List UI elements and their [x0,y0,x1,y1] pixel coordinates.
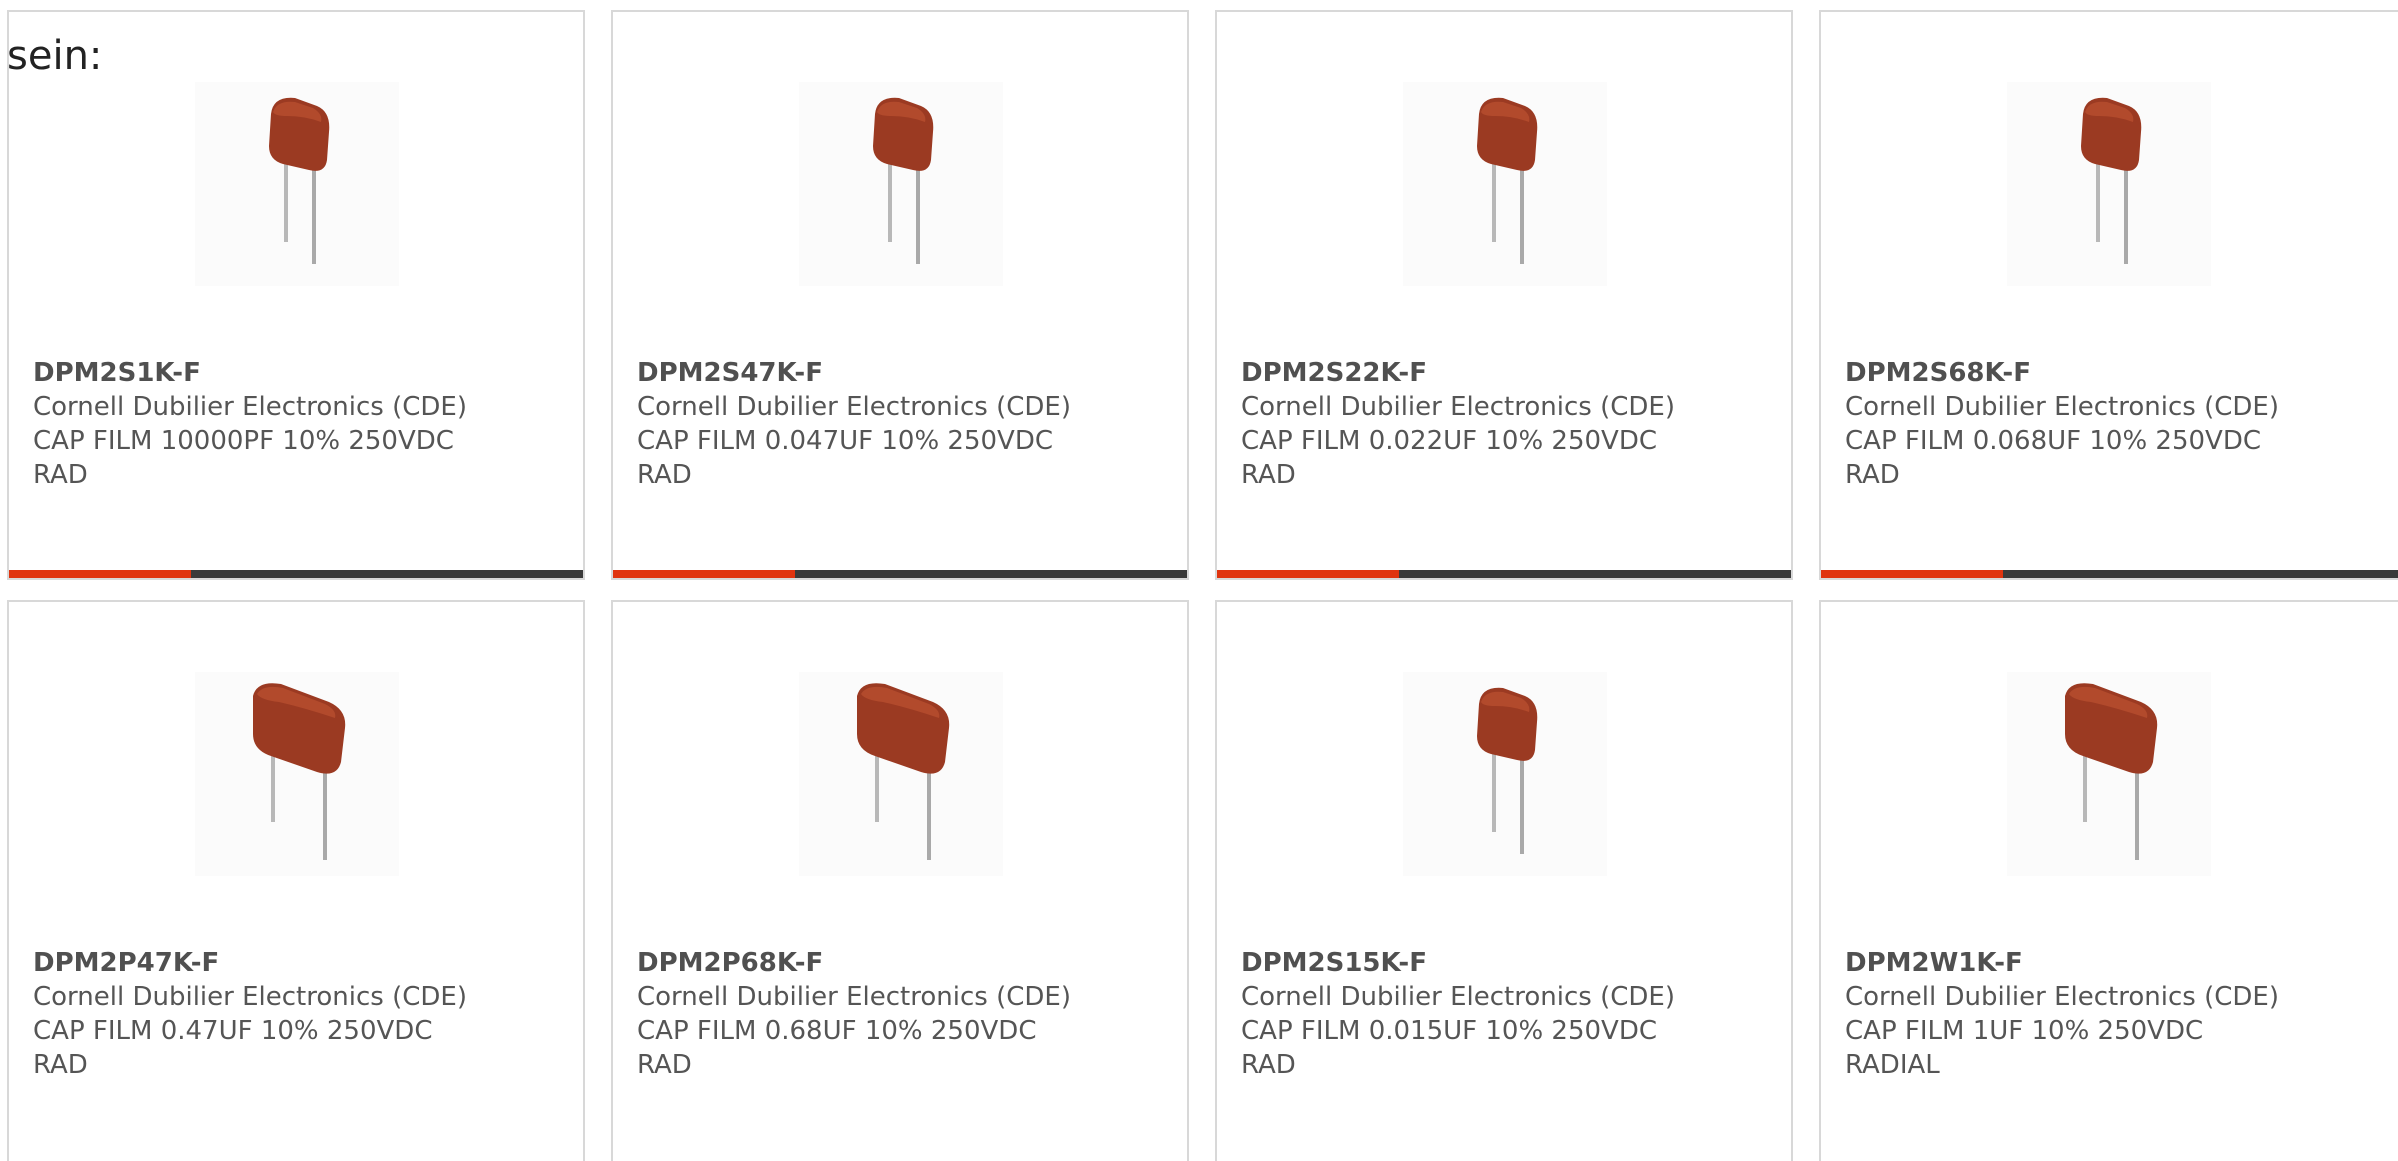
manufacturer: Cornell Dubilier Electronics (CDE) [1845,392,2279,422]
part-number: DPM2W1K-F [1845,948,2023,978]
capacitor-small-image [1403,672,1607,876]
manufacturer: Cornell Dubilier Electronics (CDE) [637,392,1071,422]
part-number: DPM2S47K-F [637,358,823,388]
description: CAP FILM 10000PF 10% 250VDC [33,426,454,456]
product-card[interactable]: DPM2S68K-F Cornell Dubilier Electronics … [1819,10,2398,580]
part-number: DPM2P68K-F [637,948,824,978]
product-grid-page: sein: DPM2S1K-F Cornell Dubilier Electro… [0,0,2398,1161]
manufacturer: Cornell Dubilier Electronics (CDE) [33,392,467,422]
manufacturer: Cornell Dubilier Electronics (CDE) [1845,982,2279,1012]
product-info: DPM2P47K-F Cornell Dubilier Electronics … [33,946,553,1082]
description-suffix: RADIAL [1845,1050,1940,1080]
product-card[interactable]: DPM2W1K-F Cornell Dubilier Electronics (… [1819,600,2398,1161]
description: CAP FILM 0.047UF 10% 250VDC [637,426,1054,456]
description-suffix: RAD [1241,460,1296,490]
intro-text: sein: [7,33,103,79]
description: CAP FILM 0.068UF 10% 250VDC [1845,426,2262,456]
product-card[interactable]: DPM2P68K-F Cornell Dubilier Electronics … [611,600,1189,1161]
description-suffix: RAD [637,1050,692,1080]
product-info: DPM2S47K-F Cornell Dubilier Electronics … [637,356,1157,492]
product-info: DPM2S68K-F Cornell Dubilier Electronics … [1845,356,2365,492]
card-accent-bar [1821,570,2003,578]
description: CAP FILM 0.68UF 10% 250VDC [637,1016,1037,1046]
manufacturer: Cornell Dubilier Electronics (CDE) [1241,392,1675,422]
manufacturer: Cornell Dubilier Electronics (CDE) [33,982,467,1012]
product-info: DPM2P68K-F Cornell Dubilier Electronics … [637,946,1157,1082]
card-accent-bar [9,570,191,578]
product-card[interactable]: DPM2S22K-F Cornell Dubilier Electronics … [1215,10,1793,580]
capacitor-small-image [1403,82,1607,286]
capacitor-large-image [799,672,1003,876]
card-bottom-bar [613,570,1187,578]
card-accent-bar [613,570,795,578]
manufacturer: Cornell Dubilier Electronics (CDE) [637,982,1071,1012]
part-number: DPM2S15K-F [1241,948,1427,978]
product-info: DPM2W1K-F Cornell Dubilier Electronics (… [1845,946,2365,1082]
product-info: DPM2S22K-F Cornell Dubilier Electronics … [1241,356,1761,492]
description: CAP FILM 0.47UF 10% 250VDC [33,1016,433,1046]
description: CAP FILM 0.015UF 10% 250VDC [1241,1016,1658,1046]
part-number: DPM2S1K-F [33,358,201,388]
product-info: DPM2S15K-F Cornell Dubilier Electronics … [1241,946,1761,1082]
capacitor-small-image [195,82,399,286]
description-suffix: RAD [33,1050,88,1080]
part-number: DPM2S22K-F [1241,358,1427,388]
card-bottom-bar [1217,570,1791,578]
card-bottom-bar [9,570,583,578]
capacitor-small-image [2007,82,2211,286]
description: CAP FILM 0.022UF 10% 250VDC [1241,426,1658,456]
product-card[interactable]: DPM2S47K-F Cornell Dubilier Electronics … [611,10,1189,580]
product-card[interactable]: DPM2S15K-F Cornell Dubilier Electronics … [1215,600,1793,1161]
description-suffix: RAD [637,460,692,490]
part-number: DPM2P47K-F [33,948,220,978]
card-bottom-bar [1821,570,2398,578]
description-suffix: RAD [1845,460,1900,490]
description-suffix: RAD [33,460,88,490]
description-suffix: RAD [1241,1050,1296,1080]
product-info: DPM2S1K-F Cornell Dubilier Electronics (… [33,356,553,492]
capacitor-large-image [195,672,399,876]
product-card[interactable]: DPM2S1K-F Cornell Dubilier Electronics (… [7,10,585,580]
capacitor-large-image [2007,672,2211,876]
capacitor-small-image [799,82,1003,286]
part-number: DPM2S68K-F [1845,358,2031,388]
description: CAP FILM 1UF 10% 250VDC [1845,1016,2204,1046]
manufacturer: Cornell Dubilier Electronics (CDE) [1241,982,1675,1012]
card-accent-bar [1217,570,1399,578]
product-card[interactable]: DPM2P47K-F Cornell Dubilier Electronics … [7,600,585,1161]
